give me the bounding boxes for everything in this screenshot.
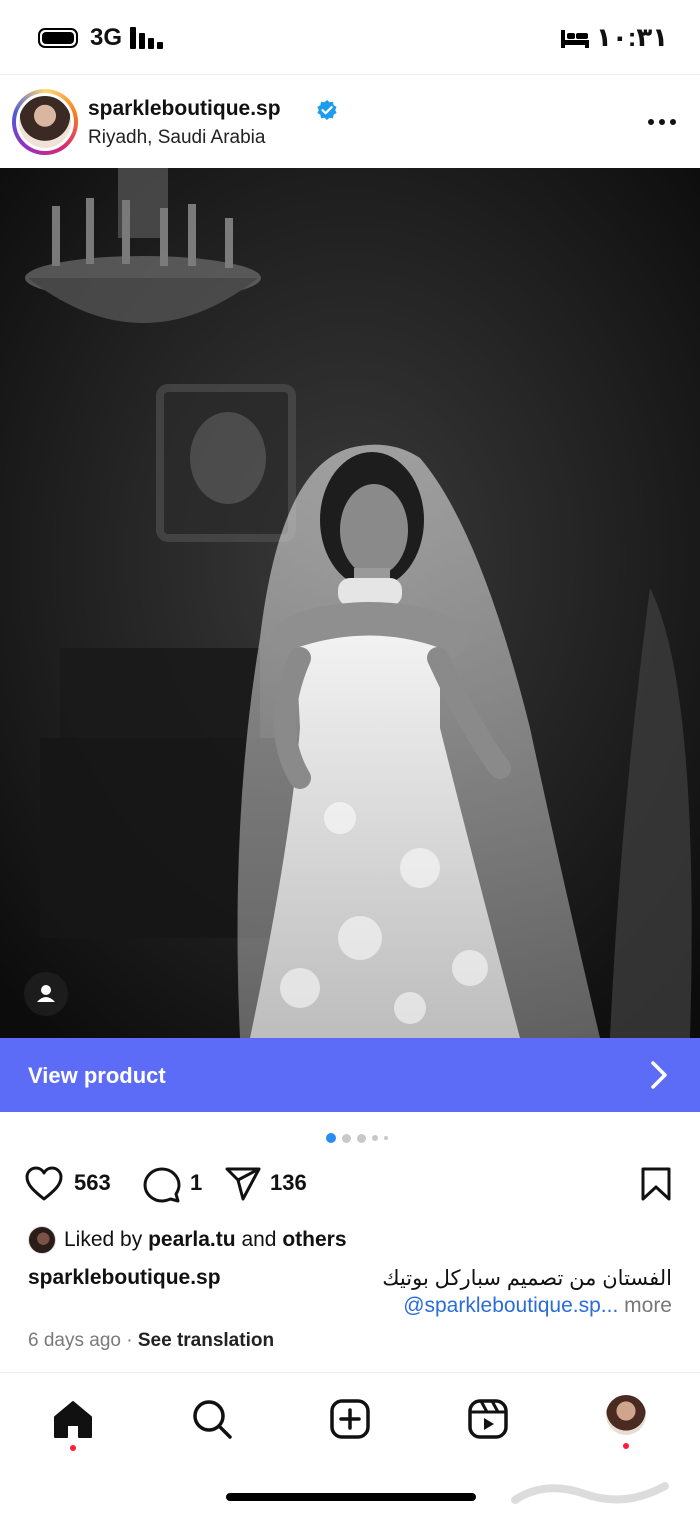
search-icon[interactable] xyxy=(190,1397,234,1441)
carousel-dot xyxy=(372,1135,378,1141)
home-icon[interactable] xyxy=(51,1397,95,1441)
heart-icon[interactable] xyxy=(24,1166,64,1202)
person-icon xyxy=(37,985,55,1002)
carousel-dot xyxy=(342,1134,351,1143)
caption-text: الفستان من تصميم سباركل بوتيك xyxy=(382,1267,672,1290)
post-header: sparkleboutique.sp Riyadh, Saudi Arabia xyxy=(0,74,700,169)
status-bar: 3G ١٠:٣١ xyxy=(0,0,700,74)
see-translation-link[interactable]: See translation xyxy=(138,1330,274,1351)
signal-icon xyxy=(130,27,166,49)
create-post-icon[interactable] xyxy=(328,1397,372,1441)
mirror xyxy=(156,384,296,542)
bride-photo xyxy=(0,168,700,1038)
caption-username[interactable]: sparkleboutique.sp xyxy=(28,1266,221,1290)
verified-badge-icon xyxy=(317,100,337,120)
post-location[interactable]: Riyadh, Saudi Arabia xyxy=(88,127,265,149)
sleep-focus-icon xyxy=(561,30,589,48)
post-meta: 6 days ago · See translation xyxy=(28,1330,274,1352)
caption-continuation: @sparkleboutique.sp... more xyxy=(403,1294,672,1318)
haraj-watermark-icon xyxy=(511,1482,669,1504)
carousel-dot xyxy=(357,1134,366,1143)
battery-icon xyxy=(38,28,78,48)
liked-by-text: Liked by pearla.tu and others xyxy=(64,1228,347,1252)
network-type: 3G xyxy=(90,24,123,51)
liked-by-row[interactable]: Liked by pearla.tu and others xyxy=(28,1226,688,1256)
liker-avatar xyxy=(28,1226,56,1254)
view-product-label: View product xyxy=(28,1063,166,1088)
comments-count[interactable]: 1 xyxy=(190,1170,202,1196)
clock: ١٠:٣١ xyxy=(596,22,669,52)
liked-by-prefix: Liked by xyxy=(64,1228,143,1251)
liked-by-and: and xyxy=(241,1228,277,1251)
likes-count[interactable]: 563 xyxy=(74,1170,111,1196)
profile-avatar[interactable] xyxy=(606,1395,646,1435)
carousel-dot xyxy=(384,1136,388,1140)
home-notification-dot xyxy=(70,1445,76,1451)
carousel-dot-active xyxy=(326,1133,336,1143)
post-actions: 563 1 136 xyxy=(0,1160,700,1210)
carousel-indicator xyxy=(326,1133,416,1143)
reels-icon[interactable] xyxy=(466,1397,510,1441)
liked-by-others[interactable]: others xyxy=(282,1228,346,1251)
avatar[interactable] xyxy=(16,93,74,151)
caption-more-link[interactable]: more xyxy=(624,1294,672,1317)
profile-notification-dot xyxy=(623,1443,629,1449)
home-indicator[interactable] xyxy=(226,1493,476,1501)
post-age: 6 days ago xyxy=(28,1330,121,1351)
caption-mention[interactable]: @sparkleboutique.sp... xyxy=(403,1294,618,1317)
share-icon[interactable] xyxy=(224,1166,262,1202)
more-options-icon[interactable] xyxy=(648,119,678,127)
view-product-button[interactable]: View product xyxy=(0,1038,700,1112)
story-ring[interactable] xyxy=(12,89,78,155)
bookmark-icon[interactable] xyxy=(640,1166,672,1202)
bottom-nav xyxy=(0,1372,700,1515)
tagged-people-button[interactable] xyxy=(24,972,68,1016)
chevron-right-icon xyxy=(651,1061,667,1089)
post-username[interactable]: sparkleboutique.sp xyxy=(88,97,281,121)
comment-icon[interactable] xyxy=(143,1166,181,1204)
meta-separator: · xyxy=(126,1330,133,1351)
post-photo[interactable] xyxy=(0,168,700,1038)
shares-count[interactable]: 136 xyxy=(270,1170,307,1196)
liker-username[interactable]: pearla.tu xyxy=(148,1228,236,1251)
